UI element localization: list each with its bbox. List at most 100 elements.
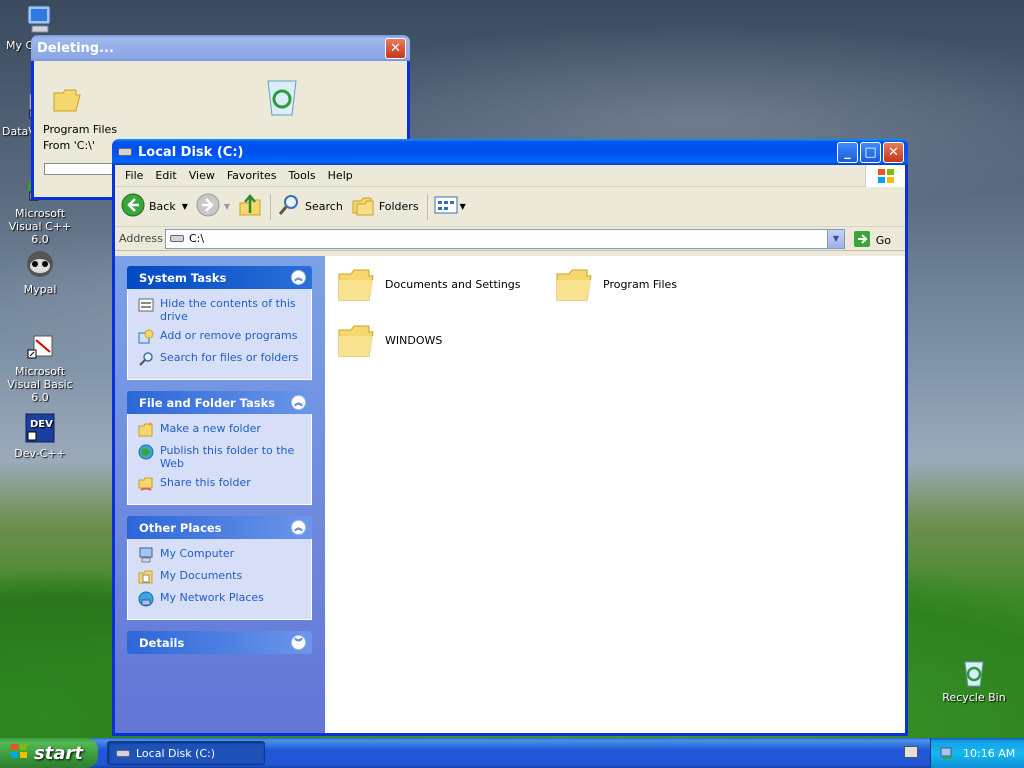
folder-program-files[interactable]: Program Files — [555, 266, 677, 302]
folder-icon — [337, 266, 375, 302]
chevron-down-icon: ▼ — [181, 202, 188, 211]
task-pane: System Tasks ︽ Hide the contents of this… — [115, 256, 325, 733]
taskbar-button-local-disk[interactable]: Local Disk (C:) — [107, 741, 265, 765]
new-folder-icon — [138, 422, 154, 438]
my-documents-icon — [138, 569, 154, 585]
deleting-dialog-titlebar[interactable]: Deleting... ✕ — [31, 35, 410, 61]
search-button[interactable]: Search — [277, 193, 343, 220]
share-folder-icon — [138, 476, 154, 492]
task-share-folder[interactable]: Share this folder — [138, 476, 303, 492]
close-button[interactable]: ✕ — [883, 142, 904, 163]
visual-basic-icon — [24, 330, 56, 362]
desktop-icon-dev-cpp[interactable]: DEV Dev-C++ — [0, 412, 80, 460]
deleting-from-path: From 'C:\' — [43, 139, 95, 152]
task-add-remove-programs[interactable]: Add or remove programs — [138, 329, 303, 345]
menu-help[interactable]: Help — [322, 169, 359, 182]
network-places-icon — [138, 591, 154, 607]
desktop-icon-mypal[interactable]: Mypal — [0, 248, 80, 296]
back-arrow-icon — [121, 193, 145, 220]
up-folder-button[interactable] — [238, 193, 262, 220]
collapse-chevron-icon[interactable]: ︽ — [291, 395, 306, 410]
system-tasks-header[interactable]: System Tasks ︽ — [127, 266, 312, 289]
my-computer-icon — [24, 4, 56, 36]
system-tray: 10:16 AM — [930, 738, 1024, 768]
collapse-chevron-icon[interactable]: ︽ — [291, 270, 306, 285]
start-button[interactable]: start — [0, 738, 98, 768]
folder-windows[interactable]: WINDOWS — [337, 322, 442, 358]
folder-icon — [337, 322, 375, 358]
deleting-folder-icon — [52, 87, 82, 116]
desktop-icon-recycle-bin[interactable]: Recycle Bin — [934, 656, 1014, 704]
folder-documents-and-settings[interactable]: Documents and Settings — [337, 266, 521, 302]
details-box: Details ︾ — [127, 631, 312, 654]
details-header[interactable]: Details ︾ — [127, 631, 312, 654]
chevron-down-icon: ▼ — [459, 202, 466, 211]
forward-button[interactable]: ▼ — [196, 193, 230, 220]
file-folder-tasks-box: File and Folder Tasks ︽ Make a new folde… — [127, 391, 312, 505]
minimize-button[interactable]: _ — [837, 142, 858, 163]
task-hide-drive-contents[interactable]: Hide the contents of this drive — [138, 297, 303, 323]
go-arrow-icon — [853, 230, 871, 251]
drive-icon — [118, 148, 132, 156]
address-dropdown-button[interactable]: ▼ — [827, 229, 844, 248]
task-search-files[interactable]: Search for files or folders — [138, 351, 303, 367]
file-folder-tasks-header[interactable]: File and Folder Tasks ︽ — [127, 391, 312, 414]
collapse-chevron-icon[interactable]: ︽ — [291, 520, 306, 535]
system-tasks-body: Hide the contents of this drive Add or r… — [127, 289, 312, 380]
explorer-titlebar[interactable]: Local Disk (C:) _ □ ✕ — [112, 139, 908, 165]
task-make-new-folder[interactable]: Make a new folder — [138, 422, 303, 438]
maximize-icon: □ — [864, 145, 877, 160]
address-label: Address — [119, 232, 163, 245]
chevron-down-icon: ▼ — [223, 202, 231, 211]
toolbar: Back ▼ ▼ Search Folders ▼ — [115, 187, 905, 227]
globe-icon — [138, 444, 154, 460]
close-icon: ✕ — [888, 145, 899, 160]
menu-edit[interactable]: Edit — [149, 169, 182, 182]
go-button[interactable]: Go — [853, 230, 891, 251]
place-my-network-places[interactable]: My Network Places — [138, 591, 303, 607]
windows-logo-icon — [865, 165, 905, 187]
deleting-close-button[interactable]: ✕ — [385, 38, 406, 59]
toolbar-separator — [426, 193, 428, 220]
file-list: Documents and Settings Program Files WIN… — [325, 256, 905, 733]
dev-cpp-icon: DEV — [24, 412, 56, 444]
folders-button[interactable]: Folders — [351, 193, 419, 220]
other-places-box: Other Places ︽ My Computer My Documents … — [127, 516, 312, 620]
windows-flag-icon — [10, 743, 28, 764]
up-folder-icon — [238, 193, 262, 220]
drive-icon — [116, 749, 130, 757]
maximize-button[interactable]: □ — [860, 142, 881, 163]
back-button[interactable]: Back ▼ — [121, 193, 188, 220]
minimize-icon: _ — [844, 145, 851, 160]
svg-text:DEV: DEV — [30, 419, 53, 430]
menu-favorites[interactable]: Favorites — [221, 169, 283, 182]
close-icon: ✕ — [390, 41, 401, 56]
menu-file[interactable]: File — [119, 169, 149, 182]
menu-bar: File Edit View Favorites Tools Help — [115, 165, 905, 187]
menu-tools[interactable]: Tools — [283, 169, 322, 182]
address-bar: Address C:\ ▼ Go — [115, 227, 905, 251]
network-tray-icon[interactable] — [939, 744, 955, 763]
chevron-down-icon: ▼ — [832, 234, 840, 243]
search-icon — [277, 193, 301, 220]
hide-contents-icon — [138, 297, 154, 313]
place-my-computer[interactable]: My Computer — [138, 547, 303, 563]
views-button[interactable]: ▼ — [434, 195, 466, 218]
expand-chevron-icon[interactable]: ︾ — [291, 635, 306, 650]
window-title: Local Disk (C:) — [138, 144, 244, 160]
place-my-documents[interactable]: My Documents — [138, 569, 303, 585]
file-folder-tasks-body: Make a new folder Publish this folder to… — [127, 414, 312, 505]
deleting-recycle-icon — [260, 75, 306, 120]
search-icon — [138, 351, 154, 367]
keyboard-icon[interactable] — [904, 746, 918, 758]
desktop-icon-visual-basic[interactable]: Microsoft Visual Basic 6.0 — [0, 330, 80, 404]
task-publish-to-web[interactable]: Publish this folder to the Web — [138, 444, 303, 470]
my-computer-icon — [138, 547, 154, 563]
clock[interactable]: 10:16 AM — [963, 747, 1015, 760]
address-input[interactable]: C:\ ▼ — [165, 228, 845, 249]
deleting-item-name: Program Files — [43, 123, 118, 136]
other-places-header[interactable]: Other Places ︽ — [127, 516, 312, 539]
menu-view[interactable]: View — [183, 169, 221, 182]
folders-icon — [351, 193, 375, 220]
forward-arrow-icon — [196, 193, 220, 220]
